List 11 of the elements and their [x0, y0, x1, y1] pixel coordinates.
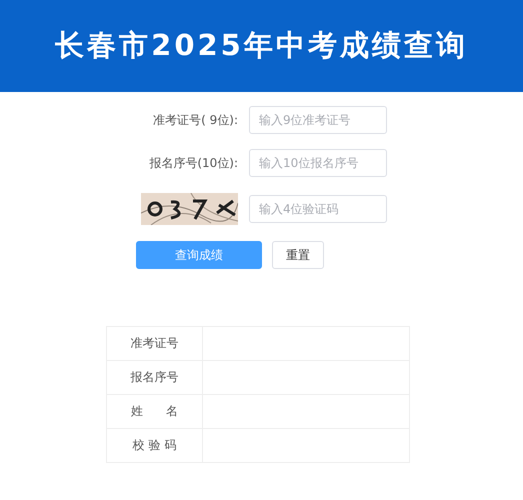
row-label: 报名序号	[106, 360, 202, 394]
captcha-field[interactable]: 输入4位验证码	[249, 195, 387, 223]
row-label: 姓 名	[106, 394, 202, 428]
row-label: 准考证号	[106, 326, 202, 360]
input-field[interactable]: 输入10位报名序号	[249, 149, 387, 177]
reset-button[interactable]: 重置	[272, 241, 324, 269]
input-field[interactable]: 输入9位准考证号	[249, 106, 387, 134]
row-label: 校 验 码	[106, 428, 202, 462]
field-label: 报名序号(10位):	[149, 154, 238, 172]
page-title: 长春市2025年中考成绩查询	[55, 27, 468, 64]
field-label: 准考证号( 9位):	[153, 112, 238, 128]
